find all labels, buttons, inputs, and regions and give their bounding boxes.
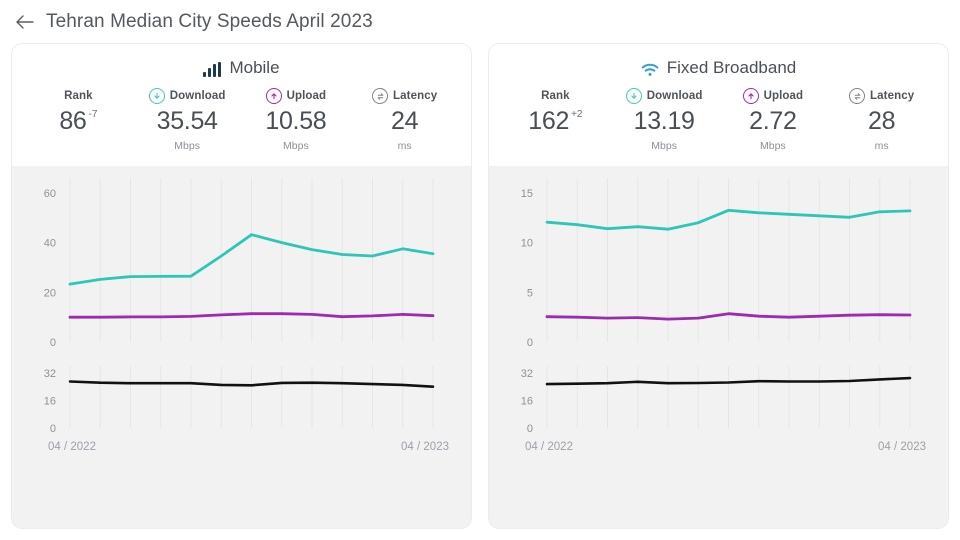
fixed-card-title-label: Fixed Broadband xyxy=(667,58,796,78)
svg-text:0: 0 xyxy=(527,337,533,349)
mobile-download-value: 35.54 xyxy=(157,109,218,134)
mobile-upload-unit: Mbps xyxy=(283,140,309,152)
latency-circle-icon xyxy=(849,88,865,104)
mobile-stat-latency: Latency 24 ms xyxy=(350,87,459,152)
fixed-speed-chart[interactable]: 0 5 10 15 xyxy=(489,166,948,354)
fixed-rank-value: 162 xyxy=(528,109,569,134)
fixed-stat-download: Download 13.19 Mbps xyxy=(610,87,719,152)
svg-text:16: 16 xyxy=(44,395,56,407)
fixed-rank-label: Rank xyxy=(541,87,570,105)
fixed-latency-label: Latency xyxy=(849,87,914,105)
page-header: Tehran Median City Speeds April 2023 xyxy=(0,0,960,36)
mobile-download-label-text: Download xyxy=(170,90,226,102)
svg-text:04 / 2023: 04 / 2023 xyxy=(878,441,926,453)
mobile-chart-body: 0 20 40 60 0 16 32 04 / 2022 04 / 2023 xyxy=(12,166,471,528)
svg-text:10: 10 xyxy=(521,238,533,250)
download-circle-icon xyxy=(149,88,165,104)
fixed-rank-delta: +2 xyxy=(571,110,582,120)
latency-circle-icon xyxy=(372,88,388,104)
download-circle-icon xyxy=(626,88,642,104)
cards-row: Mobile Rank 86 -7 Download xyxy=(0,36,960,528)
fixed-card-title: Fixed Broadband xyxy=(489,55,948,81)
svg-text:04 / 2022: 04 / 2022 xyxy=(525,441,573,453)
mobile-stat-upload: Upload 10.58 Mbps xyxy=(242,87,351,152)
svg-text:60: 60 xyxy=(44,188,56,200)
svg-text:20: 20 xyxy=(44,287,56,299)
page-title: Tehran Median City Speeds April 2023 xyxy=(46,11,373,33)
fixed-chart-body: 0 5 10 15 0 16 32 04 / 2022 04 / 2023 xyxy=(489,166,948,528)
svg-text:0: 0 xyxy=(50,337,56,349)
mobile-card: Mobile Rank 86 -7 Download xyxy=(12,44,471,528)
fixed-latency-unit: ms xyxy=(875,140,889,152)
svg-text:32: 32 xyxy=(521,368,533,380)
svg-text:0: 0 xyxy=(50,423,56,435)
mobile-rank-label: Rank xyxy=(64,87,93,105)
fixed-download-value: 13.19 xyxy=(634,109,695,134)
mobile-rank-value: 86 xyxy=(59,109,86,134)
mobile-speed-chart[interactable]: 0 20 40 60 xyxy=(12,166,471,354)
fixed-stats: Rank 162 +2 Download 13.19 xyxy=(489,81,948,156)
fixed-stat-upload: Upload 2.72 Mbps xyxy=(719,87,828,152)
fixed-upload-unit: Mbps xyxy=(760,140,786,152)
fixed-latency-value: 28 xyxy=(868,109,895,134)
fixed-latency-label-text: Latency xyxy=(870,90,914,102)
fixed-download-unit: Mbps xyxy=(651,140,677,152)
fixed-download-label: Download xyxy=(626,87,703,105)
svg-text:04 / 2023: 04 / 2023 xyxy=(401,441,449,453)
wifi-icon xyxy=(641,59,659,77)
mobile-latency-unit: ms xyxy=(398,140,412,152)
mobile-stat-rank: Rank 86 -7 xyxy=(24,87,133,152)
mobile-download-label: Download xyxy=(149,87,226,105)
svg-text:40: 40 xyxy=(44,238,56,250)
mobile-stats: Rank 86 -7 Download 35.54 xyxy=(12,81,471,156)
mobile-latency-label-text: Latency xyxy=(393,90,437,102)
mobile-card-title: Mobile xyxy=(12,55,471,81)
mobile-rank-delta: -7 xyxy=(89,110,98,120)
svg-text:16: 16 xyxy=(521,395,533,407)
fixed-upload-value: 2.72 xyxy=(749,109,796,134)
upload-circle-icon xyxy=(743,88,759,104)
svg-text:04 / 2022: 04 / 2022 xyxy=(48,441,96,453)
mobile-card-title-label: Mobile xyxy=(229,58,279,78)
mobile-upload-label: Upload xyxy=(266,87,327,105)
fixed-card-header: Fixed Broadband Rank 162 +2 Download xyxy=(489,44,948,166)
arrow-left-icon[interactable] xyxy=(14,11,36,33)
fixed-upload-label: Upload xyxy=(743,87,804,105)
svg-text:32: 32 xyxy=(44,368,56,380)
mobile-download-unit: Mbps xyxy=(174,140,200,152)
fixed-download-label-text: Download xyxy=(647,90,703,102)
svg-text:5: 5 xyxy=(527,287,533,299)
fixed-upload-label-text: Upload xyxy=(764,90,804,102)
fixed-stat-rank: Rank 162 +2 xyxy=(501,87,610,152)
signal-bars-icon xyxy=(203,59,221,77)
mobile-card-header: Mobile Rank 86 -7 Download xyxy=(12,44,471,166)
fixed-stat-latency: Latency 28 ms xyxy=(827,87,936,152)
mobile-stat-download: Download 35.54 Mbps xyxy=(133,87,242,152)
svg-text:15: 15 xyxy=(521,188,533,200)
mobile-latency-value: 24 xyxy=(391,109,418,134)
fixed-broadband-card: Fixed Broadband Rank 162 +2 Download xyxy=(489,44,948,528)
upload-circle-icon xyxy=(266,88,282,104)
mobile-latency-chart[interactable]: 0 16 32 04 / 2022 04 / 2023 xyxy=(12,354,471,464)
svg-text:0: 0 xyxy=(527,423,533,435)
mobile-upload-value: 10.58 xyxy=(265,109,326,134)
fixed-latency-chart[interactable]: 0 16 32 04 / 2022 04 / 2023 xyxy=(489,354,948,464)
mobile-upload-label-text: Upload xyxy=(287,90,327,102)
mobile-latency-label: Latency xyxy=(372,87,437,105)
